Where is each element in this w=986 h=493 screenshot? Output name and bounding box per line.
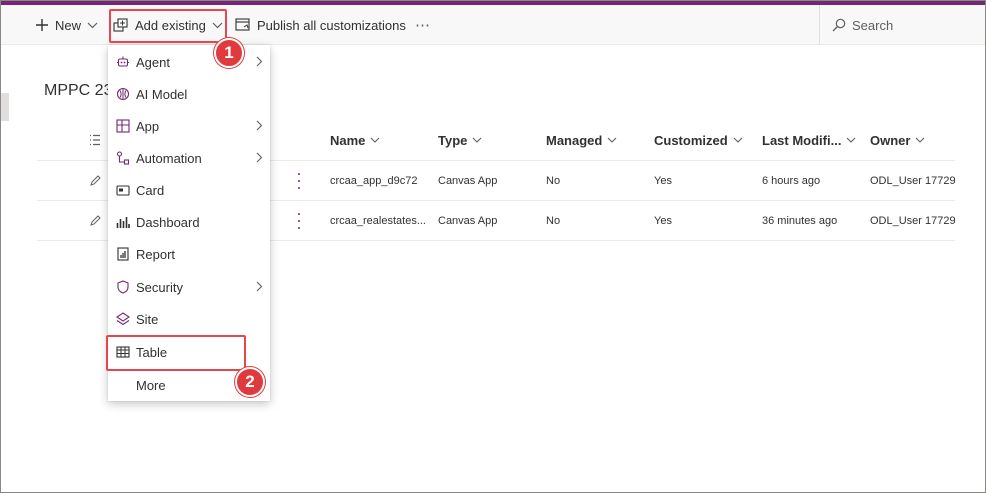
highlight-add-existing xyxy=(109,9,227,43)
menu-item-automation[interactable]: Automation xyxy=(108,142,270,174)
chevron-down-icon xyxy=(846,137,856,143)
chevron-right-icon xyxy=(256,120,263,131)
security-icon xyxy=(115,279,131,295)
dashboard-icon xyxy=(115,214,131,230)
publish-label: Publish all customizations xyxy=(257,17,406,33)
menu-item-site[interactable]: Site xyxy=(108,303,270,335)
search-box[interactable]: Search xyxy=(819,5,985,45)
cell-last-modified: 6 hours ago xyxy=(762,175,821,187)
more-commands-button[interactable]: ⋯ xyxy=(415,5,431,45)
chevron-down-icon xyxy=(607,137,617,143)
new-button-label: New xyxy=(55,17,82,33)
column-header-last-modified[interactable]: Last Modifi... xyxy=(762,119,856,161)
cell-owner: ODL_User 1772913 xyxy=(870,175,955,187)
menu-item-agent[interactable]: Agent xyxy=(108,46,270,78)
cell-type: Canvas App xyxy=(438,215,498,227)
menu-item-report[interactable]: Report xyxy=(108,238,270,270)
menu-item-dashboard[interactable]: Dashboard xyxy=(108,206,270,238)
chevron-right-icon xyxy=(256,56,263,67)
cell-managed: No xyxy=(546,175,561,187)
chevron-down-icon xyxy=(733,137,743,143)
report-icon xyxy=(115,246,131,262)
new-button[interactable]: New xyxy=(35,5,98,45)
menu-item-card[interactable]: Card xyxy=(108,174,270,206)
menu-item-app[interactable]: App xyxy=(108,110,270,142)
app-icon xyxy=(115,118,131,134)
agent-icon xyxy=(115,54,131,70)
menu-item-security[interactable]: Security xyxy=(108,271,270,303)
card-icon xyxy=(115,182,131,198)
publish-all-button[interactable]: Publish all customizations xyxy=(235,5,406,45)
publish-icon xyxy=(235,18,251,32)
highlight-table xyxy=(106,335,246,371)
more-icon: ⋯ xyxy=(415,17,431,34)
search-placeholder: Search xyxy=(852,17,894,33)
chevron-down-icon xyxy=(370,137,380,143)
cell-managed: No xyxy=(546,215,561,227)
chevron-down-icon xyxy=(915,137,925,143)
column-header-type[interactable]: Type xyxy=(438,119,482,161)
chevron-down-icon xyxy=(472,137,482,143)
step-badge-1: 1 xyxy=(214,38,244,68)
list-view-icon[interactable] xyxy=(89,133,101,151)
ai-model-icon xyxy=(115,86,131,102)
chevron-right-icon xyxy=(256,152,263,163)
plus-icon xyxy=(35,18,49,32)
cell-type: Canvas App xyxy=(438,175,498,187)
row-more-options[interactable] xyxy=(295,211,303,231)
menu-item-ai-model[interactable]: AI Model xyxy=(108,78,270,110)
column-header-managed[interactable]: Managed xyxy=(546,119,617,161)
page-title: MPPC 23 xyxy=(44,82,113,99)
cell-owner: ODL_User 1772913 xyxy=(870,215,955,227)
column-header-owner[interactable]: Owner xyxy=(870,119,925,161)
left-nav-edge xyxy=(1,93,9,121)
cell-customized: Yes xyxy=(654,215,672,227)
chevron-right-icon xyxy=(256,281,263,292)
row-more-options[interactable] xyxy=(295,171,303,191)
app-frame: New Add existing Publish all customizati… xyxy=(0,0,986,493)
cell-name[interactable]: crcaa_app_d9c72 xyxy=(330,161,430,201)
step-badge-2: 2 xyxy=(235,367,265,397)
automation-icon xyxy=(115,150,131,166)
site-icon xyxy=(115,311,131,327)
column-header-name[interactable]: Name xyxy=(330,119,380,161)
cell-customized: Yes xyxy=(654,175,672,187)
column-header-customized[interactable]: Customized xyxy=(654,119,743,161)
cell-last-modified: 36 minutes ago xyxy=(762,215,838,227)
search-icon xyxy=(832,18,846,32)
edit-icon[interactable] xyxy=(89,174,101,192)
cell-name[interactable]: crcaa_realestates... xyxy=(330,201,430,241)
edit-icon[interactable] xyxy=(89,214,101,232)
chevron-down-icon xyxy=(87,22,98,29)
